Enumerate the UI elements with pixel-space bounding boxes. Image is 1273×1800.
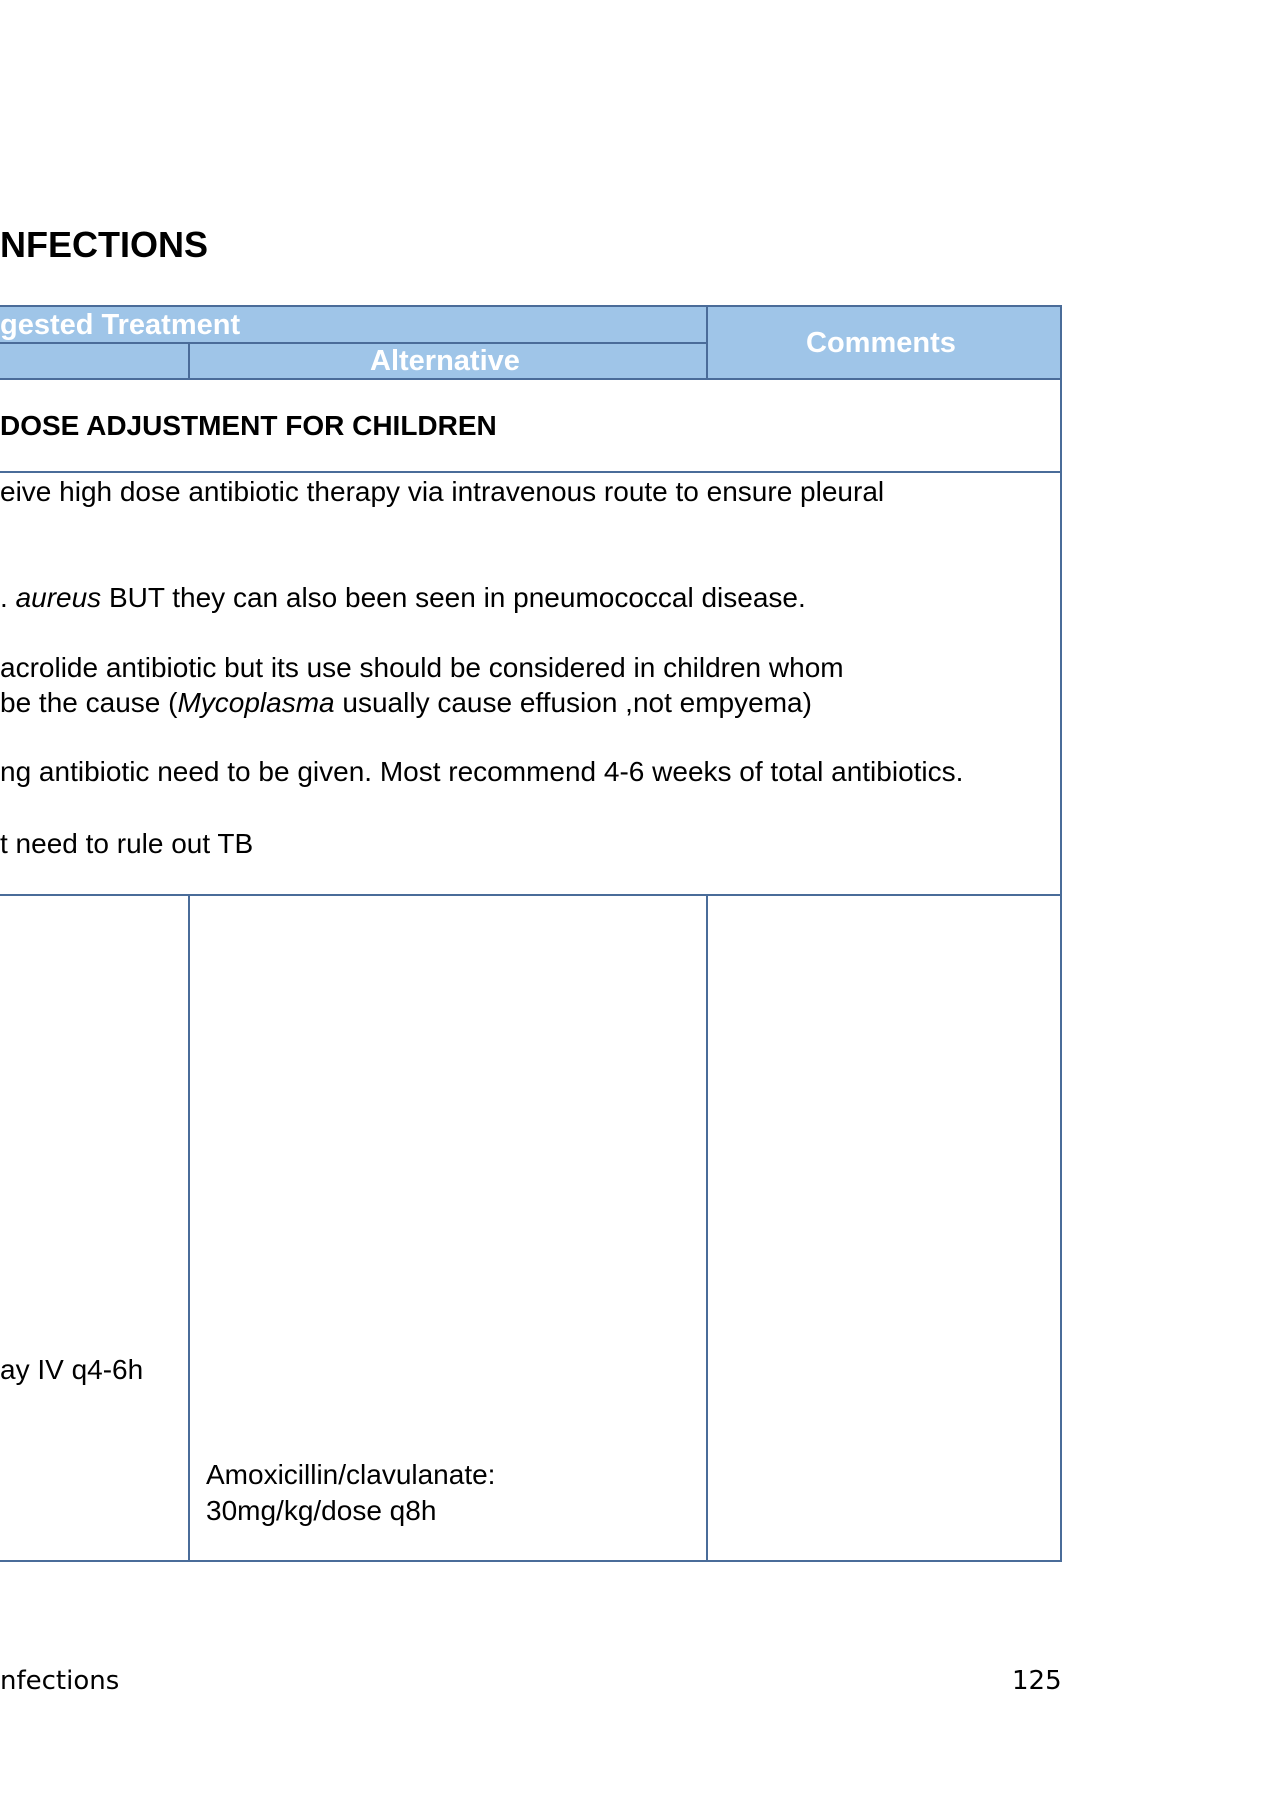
- alternative-drug-dose: 30mg/kg/dose q8h: [206, 1495, 437, 1526]
- note-line-3: acrolide antibiotic but its use should b…: [0, 652, 844, 683]
- suggested-dose-text: ay IV q4-6h: [0, 1354, 144, 1385]
- alternative-divider-header: [188, 342, 190, 380]
- header-suggested-treatment: gested Treatment: [0, 309, 241, 341]
- col2-divider: [706, 894, 708, 1562]
- right-border: [1060, 305, 1062, 1562]
- header-alternative: Alternative: [370, 345, 520, 377]
- alternative-drug-name: Amoxicillin/clavulanate:: [206, 1459, 496, 1490]
- note-line-5: ng antibiotic need to be given. Most rec…: [0, 756, 964, 787]
- note-line-1: eive high dose antibiotic therapy via in…: [0, 476, 885, 507]
- header-comments: Comments: [806, 327, 956, 359]
- note-line-4: be the cause (Mycoplasma usually cause e…: [0, 687, 812, 718]
- header-bottom-border: [0, 378, 1062, 380]
- note-line-6: t need to rule out TB: [0, 828, 254, 859]
- header-sub-divider: [0, 342, 707, 344]
- section-divider: [0, 471, 1062, 473]
- footer-section-label: nfections: [0, 1666, 120, 1696]
- col1-divider: [188, 894, 190, 1562]
- table-bottom-border: [0, 1560, 1062, 1562]
- page-number: 125: [1012, 1666, 1062, 1696]
- notes-bottom-border: [0, 894, 1062, 896]
- page-heading: NFECTIONS: [0, 224, 209, 265]
- table-top-border: [0, 305, 1062, 307]
- note-line-2: . aureus BUT they can also been seen in …: [0, 582, 806, 613]
- section-title: DOSE ADJUSTMENT FOR CHILDREN: [0, 410, 497, 441]
- comments-divider-header: [706, 305, 708, 380]
